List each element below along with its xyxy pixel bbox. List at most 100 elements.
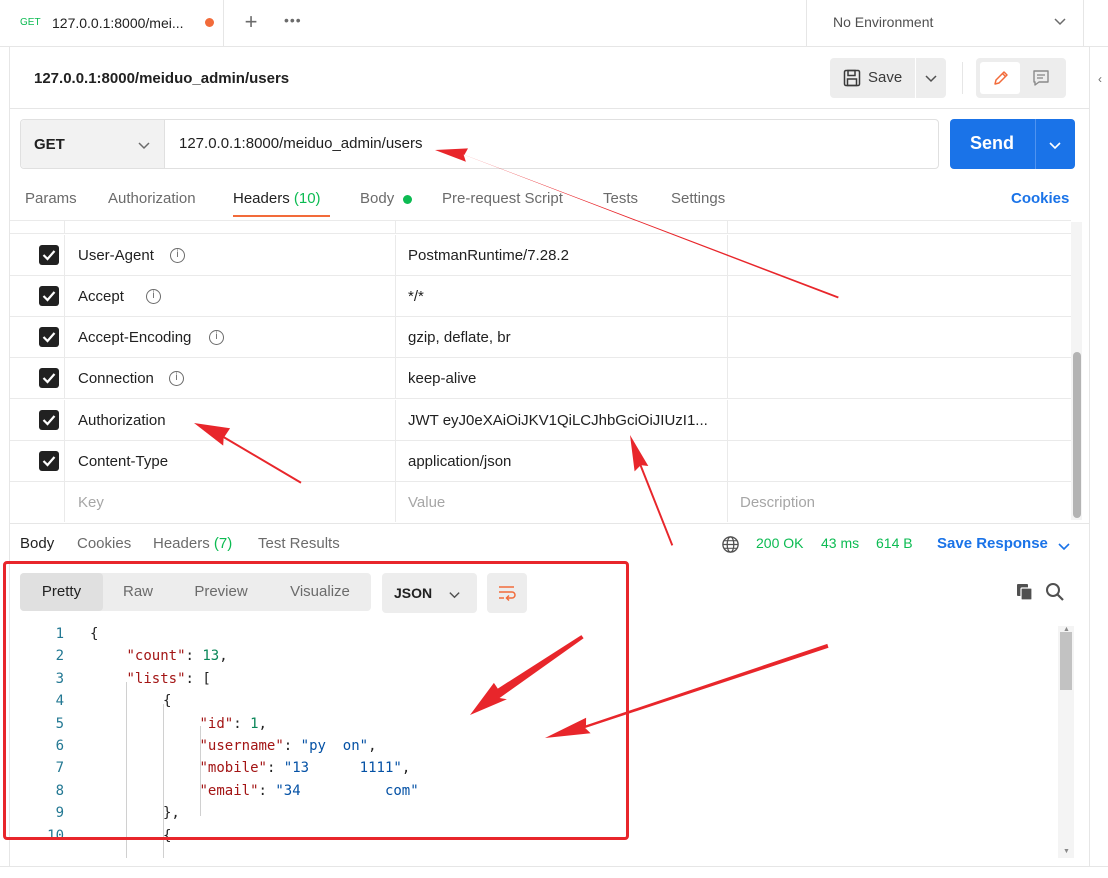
description-cell[interactable] <box>729 358 1071 399</box>
pencil-icon <box>994 71 1008 85</box>
checkmark-icon <box>42 332 56 343</box>
checkbox-cell <box>10 276 65 317</box>
table-row: Connection i keep-alive <box>10 358 1071 399</box>
response-headers-count: (7) <box>213 535 233 552</box>
tab-authorization[interactable]: Authorization <box>108 190 196 207</box>
url-input[interactable]: 127.0.0.1:8000/meiduo_admin/users <box>179 135 423 152</box>
headers-table: User-Agent i PostmanRuntime/7.28.2 Accept… <box>10 220 1071 522</box>
checkmark-icon <box>42 415 56 426</box>
request-name[interactable]: 127.0.0.1:8000/meiduo_admin/users <box>34 70 289 87</box>
response-scrollbar[interactable]: ▲ ▼ <box>1058 626 1074 858</box>
save-response-button[interactable]: Save Response <box>937 535 1070 552</box>
description-cell[interactable] <box>729 317 1071 358</box>
send-split-divider <box>1035 119 1036 169</box>
info-icon[interactable]: i <box>169 371 184 386</box>
environment-select[interactable]: No Environment <box>806 0 1084 47</box>
header-key: Accept <box>78 288 124 305</box>
search-icon[interactable] <box>1045 582 1065 605</box>
value-cell[interactable]: JWT eyJ0eXAiOiJKV1QiLCJhbGciOiJIUzI1... <box>397 400 728 441</box>
table-row: Accept i */* <box>10 276 1071 317</box>
globe-icon[interactable] <box>721 535 740 557</box>
save-button[interactable]: Save <box>830 58 915 98</box>
tab-headers-count: (10) <box>293 190 321 207</box>
header-key: Accept-Encoding <box>78 329 192 346</box>
tab-params[interactable]: Params <box>25 190 77 207</box>
response-tab-cookies[interactable]: Cookies <box>77 535 131 552</box>
description-cell[interactable] <box>729 400 1071 441</box>
value-cell[interactable]: PostmanRuntime/7.28.2 <box>397 235 728 276</box>
tab-pre-request-script[interactable]: Pre-request Script <box>442 190 563 207</box>
table-row: User-Agent i PostmanRuntime/7.28.2 <box>10 235 1071 276</box>
key-cell[interactable]: User-Agent i <box>66 235 396 276</box>
row-checkbox[interactable] <box>39 286 59 306</box>
header-key: Content-Type <box>78 453 169 470</box>
scrollbar-thumb[interactable] <box>1073 352 1081 518</box>
response-time[interactable]: 43 ms <box>821 535 859 551</box>
save-button-group: Save <box>830 58 946 98</box>
description-cell[interactable] <box>729 276 1071 317</box>
response-size[interactable]: 614 B <box>876 535 913 551</box>
value-cell[interactable]: keep-alive <box>397 358 728 399</box>
title-divider <box>962 62 963 94</box>
chevron-down-icon <box>138 142 150 150</box>
description-cell[interactable] <box>729 235 1071 276</box>
send-button[interactable]: Send <box>970 133 1014 154</box>
value-cell[interactable]: */* <box>397 276 728 317</box>
key-input[interactable]: Key <box>66 482 396 522</box>
method-select[interactable]: GET <box>21 120 165 168</box>
info-icon[interactable]: i <box>170 248 185 263</box>
header-value: */* <box>408 288 424 305</box>
response-tab-headers[interactable]: Headers (7) <box>153 535 232 552</box>
key-cell[interactable]: Connection i <box>66 358 396 399</box>
row-checkbox[interactable] <box>39 245 59 265</box>
row-checkbox[interactable] <box>39 327 59 347</box>
checkmark-icon <box>42 250 56 261</box>
tab-tests[interactable]: Tests <box>603 190 638 207</box>
checkmark-icon <box>42 373 56 384</box>
tab-body[interactable]: Body <box>360 190 394 207</box>
checkbox-cell <box>10 235 65 276</box>
value-input[interactable]: Value <box>397 482 728 522</box>
body-indicator-dot <box>403 195 412 204</box>
description-cell[interactable] <box>729 441 1071 482</box>
tab-headers[interactable]: Headers (10) <box>233 190 321 207</box>
tab-settings[interactable]: Settings <box>671 190 725 207</box>
tab-method-badge: GET <box>20 17 41 28</box>
request-tab[interactable]: GET 127.0.0.1:8000/mei... <box>10 0 224 47</box>
chevron-down-icon[interactable] <box>1048 138 1062 152</box>
save-label: Save <box>868 69 903 86</box>
cookies-link[interactable]: Cookies <box>1011 190 1069 207</box>
edit-mode-button[interactable] <box>980 62 1020 94</box>
value-cell[interactable]: application/json <box>397 441 728 482</box>
key-cell[interactable]: Accept-Encoding i <box>66 317 396 358</box>
checkmark-icon <box>42 456 56 467</box>
value-cell[interactable]: gzip, deflate, br <box>397 317 728 358</box>
scrollbar-thumb[interactable] <box>1060 632 1072 690</box>
info-icon[interactable]: i <box>209 330 224 345</box>
annotation-highlight-box <box>3 561 629 840</box>
info-icon[interactable]: i <box>146 289 161 304</box>
collapse-sidebar-icon[interactable]: ‹ <box>1098 72 1102 86</box>
key-cell[interactable]: Content-Type <box>66 441 396 482</box>
copy-icon[interactable] <box>1015 582 1035 605</box>
row-checkbox[interactable] <box>39 410 59 430</box>
key-cell[interactable]: Authorization <box>66 400 396 441</box>
value-cell <box>397 221 728 234</box>
more-tabs-button[interactable]: ••• <box>284 12 302 28</box>
scroll-down-icon[interactable]: ▼ <box>1063 848 1070 855</box>
key-cell[interactable]: Accept i <box>66 276 396 317</box>
title-bottom-divider <box>10 108 1090 109</box>
row-checkbox[interactable] <box>39 451 59 471</box>
new-tab-button[interactable]: + <box>240 10 262 34</box>
headers-scrollbar[interactable] <box>1071 222 1082 520</box>
description-input[interactable]: Description <box>729 482 1071 522</box>
header-key: Authorization <box>78 412 166 429</box>
save-options-dropdown[interactable] <box>916 58 946 98</box>
response-tab-test-results[interactable]: Test Results <box>258 535 340 552</box>
send-button-group: Send <box>950 119 1075 169</box>
unsaved-indicator <box>205 18 214 27</box>
chevron-down-icon <box>925 75 937 83</box>
response-status[interactable]: 200 OK <box>756 535 803 551</box>
response-tab-body[interactable]: Body <box>20 535 54 552</box>
row-checkbox[interactable] <box>39 368 59 388</box>
